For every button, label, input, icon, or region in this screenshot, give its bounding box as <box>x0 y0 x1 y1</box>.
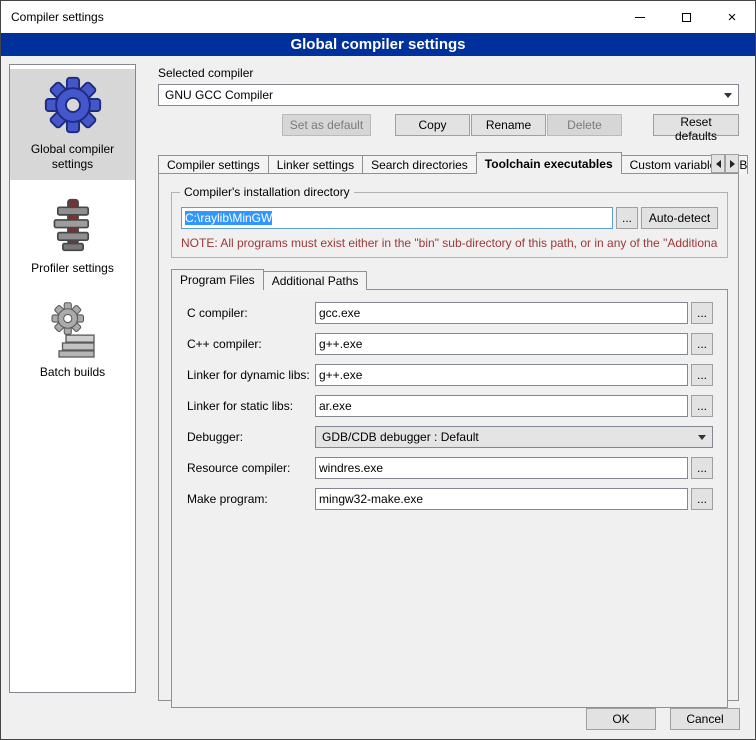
field-row-static-linker: Linker for static libs: ar.exe ... <box>187 395 713 417</box>
browse-button[interactable]: ... <box>691 488 713 510</box>
arrow-left-icon <box>716 160 721 168</box>
sidebar-item-global-compiler-settings[interactable]: Global compiler settings <box>10 69 135 180</box>
maximize-icon <box>682 13 691 22</box>
cancel-button[interactable]: Cancel <box>670 708 740 730</box>
dynamic-linker-input[interactable]: g++.exe <box>315 364 688 386</box>
copy-button[interactable]: Copy <box>395 114 470 136</box>
set-as-default-button[interactable]: Set as default <box>282 114 371 136</box>
sidebar-item-label: Global compiler settings <box>13 142 132 172</box>
selected-compiler-value: GNU GCC Compiler <box>165 88 273 102</box>
browse-button[interactable]: ... <box>691 364 713 386</box>
field-row-debugger: Debugger: GDB/CDB debugger : Default <box>187 426 713 448</box>
title-bar: Compiler settings × <box>1 1 755 33</box>
tab-toolchain-executables[interactable]: Toolchain executables <box>476 152 622 174</box>
minimize-icon <box>635 17 645 18</box>
window-controls: × <box>617 1 755 33</box>
batch-builds-icon <box>45 300 101 358</box>
tab-compiler-settings[interactable]: Compiler settings <box>158 155 269 174</box>
field-label: Debugger: <box>187 430 315 444</box>
field-row-make-program: Make program: mingw32-make.exe ... <box>187 488 713 510</box>
dialog-header: Global compiler settings <box>1 33 755 56</box>
window-title: Compiler settings <box>1 10 104 24</box>
resource-compiler-value: windres.exe <box>319 461 383 475</box>
browse-button[interactable]: ... <box>691 395 713 417</box>
field-row-cpp-compiler: C++ compiler: g++.exe ... <box>187 333 713 355</box>
subtab-program-files[interactable]: Program Files <box>171 269 264 290</box>
arrow-right-icon <box>730 160 735 168</box>
tab-scroll-buttons <box>711 154 739 173</box>
reset-defaults-button[interactable]: Reset defaults <box>653 114 739 136</box>
compiler-actions-row: Set as default Copy Rename Delete Reset … <box>158 114 739 136</box>
debugger-value: GDB/CDB debugger : Default <box>322 430 479 444</box>
field-label: Linker for dynamic libs: <box>187 368 315 382</box>
close-icon: × <box>728 10 737 25</box>
installation-directory-group: Compiler's installation directory C:\ray… <box>171 192 728 258</box>
browse-button[interactable]: ... <box>691 457 713 479</box>
c-compiler-input[interactable]: gcc.exe <box>315 302 688 324</box>
subtab-additional-paths[interactable]: Additional Paths <box>263 271 368 290</box>
toolchain-executables-panel: Compiler's installation directory C:\ray… <box>158 173 739 701</box>
browse-button[interactable]: ... <box>691 302 713 324</box>
program-files-tab-strip: Program Files Additional Paths <box>171 269 728 290</box>
chevron-down-icon <box>698 435 706 440</box>
c-compiler-value: gcc.exe <box>319 306 360 320</box>
settings-category-list: Global compiler settings Profiler settin… <box>9 64 136 693</box>
dialog-footer: OK Cancel <box>586 708 740 730</box>
static-linker-input[interactable]: ar.exe <box>315 395 688 417</box>
selected-compiler-label: Selected compiler <box>158 66 739 80</box>
rename-button[interactable]: Rename <box>471 114 546 136</box>
field-label: Resource compiler: <box>187 461 315 475</box>
dialog-header-title: Global compiler settings <box>290 36 465 53</box>
maximize-button[interactable] <box>663 1 709 33</box>
field-row-c-compiler: C compiler: gcc.exe ... <box>187 302 713 324</box>
field-row-resource-compiler: Resource compiler: windres.exe ... <box>187 457 713 479</box>
delete-button[interactable]: Delete <box>547 114 622 136</box>
dynamic-linker-value: g++.exe <box>319 368 362 382</box>
compiler-settings-window: Compiler settings × Global compiler sett… <box>0 0 756 740</box>
installation-directory-group-label: Compiler's installation directory <box>180 185 354 199</box>
field-label: C++ compiler: <box>187 337 315 351</box>
make-program-value: mingw32-make.exe <box>319 492 423 506</box>
main-panel: Selected compiler GNU GCC Compiler Set a… <box>146 56 749 699</box>
tab-scroll-left-button[interactable] <box>711 154 725 173</box>
field-row-dynamic-linker: Linker for dynamic libs: g++.exe ... <box>187 364 713 386</box>
browse-button[interactable]: ... <box>691 333 713 355</box>
sidebar-item-profiler-settings[interactable]: Profiler settings <box>10 190 135 284</box>
close-button[interactable]: × <box>709 1 755 33</box>
static-linker-value: ar.exe <box>319 399 352 413</box>
selected-compiler-dropdown[interactable]: GNU GCC Compiler <box>158 84 739 106</box>
settings-tab-strip: Compiler settings Linker settings Search… <box>158 152 739 174</box>
cpp-compiler-value: g++.exe <box>319 337 362 351</box>
field-label: Make program: <box>187 492 315 506</box>
ok-button[interactable]: OK <box>586 708 656 730</box>
tab-scroll-right-button[interactable] <box>725 154 739 173</box>
field-label: C compiler: <box>187 306 315 320</box>
minimize-button[interactable] <box>617 1 663 33</box>
tab-search-directories[interactable]: Search directories <box>362 155 477 174</box>
make-program-input[interactable]: mingw32-make.exe <box>315 488 688 510</box>
installation-directory-input[interactable]: C:\raylib\MinGW <box>181 207 613 229</box>
program-files-panel: C compiler: gcc.exe ... C++ compiler: g+… <box>171 289 728 708</box>
bin-subdirectory-note: NOTE: All programs must exist either in … <box>181 236 718 250</box>
field-label: Linker for static libs: <box>187 399 315 413</box>
installation-directory-row: C:\raylib\MinGW ... Auto-detect <box>181 207 718 229</box>
resource-compiler-input[interactable]: windres.exe <box>315 457 688 479</box>
sidebar-item-batch-builds[interactable]: Batch builds <box>10 294 135 388</box>
sidebar-item-label: Profiler settings <box>13 261 132 276</box>
cpp-compiler-input[interactable]: g++.exe <box>315 333 688 355</box>
installation-directory-browse-button[interactable]: ... <box>616 207 638 229</box>
debugger-select[interactable]: GDB/CDB debugger : Default <box>315 426 713 448</box>
chevron-down-icon <box>724 93 732 98</box>
tab-linker-settings[interactable]: Linker settings <box>268 155 363 174</box>
installation-directory-value: C:\raylib\MinGW <box>185 211 272 225</box>
gear-icon <box>43 75 103 135</box>
auto-detect-button[interactable]: Auto-detect <box>641 207 718 229</box>
profiler-icon <box>46 196 100 254</box>
sidebar-item-label: Batch builds <box>13 365 132 380</box>
